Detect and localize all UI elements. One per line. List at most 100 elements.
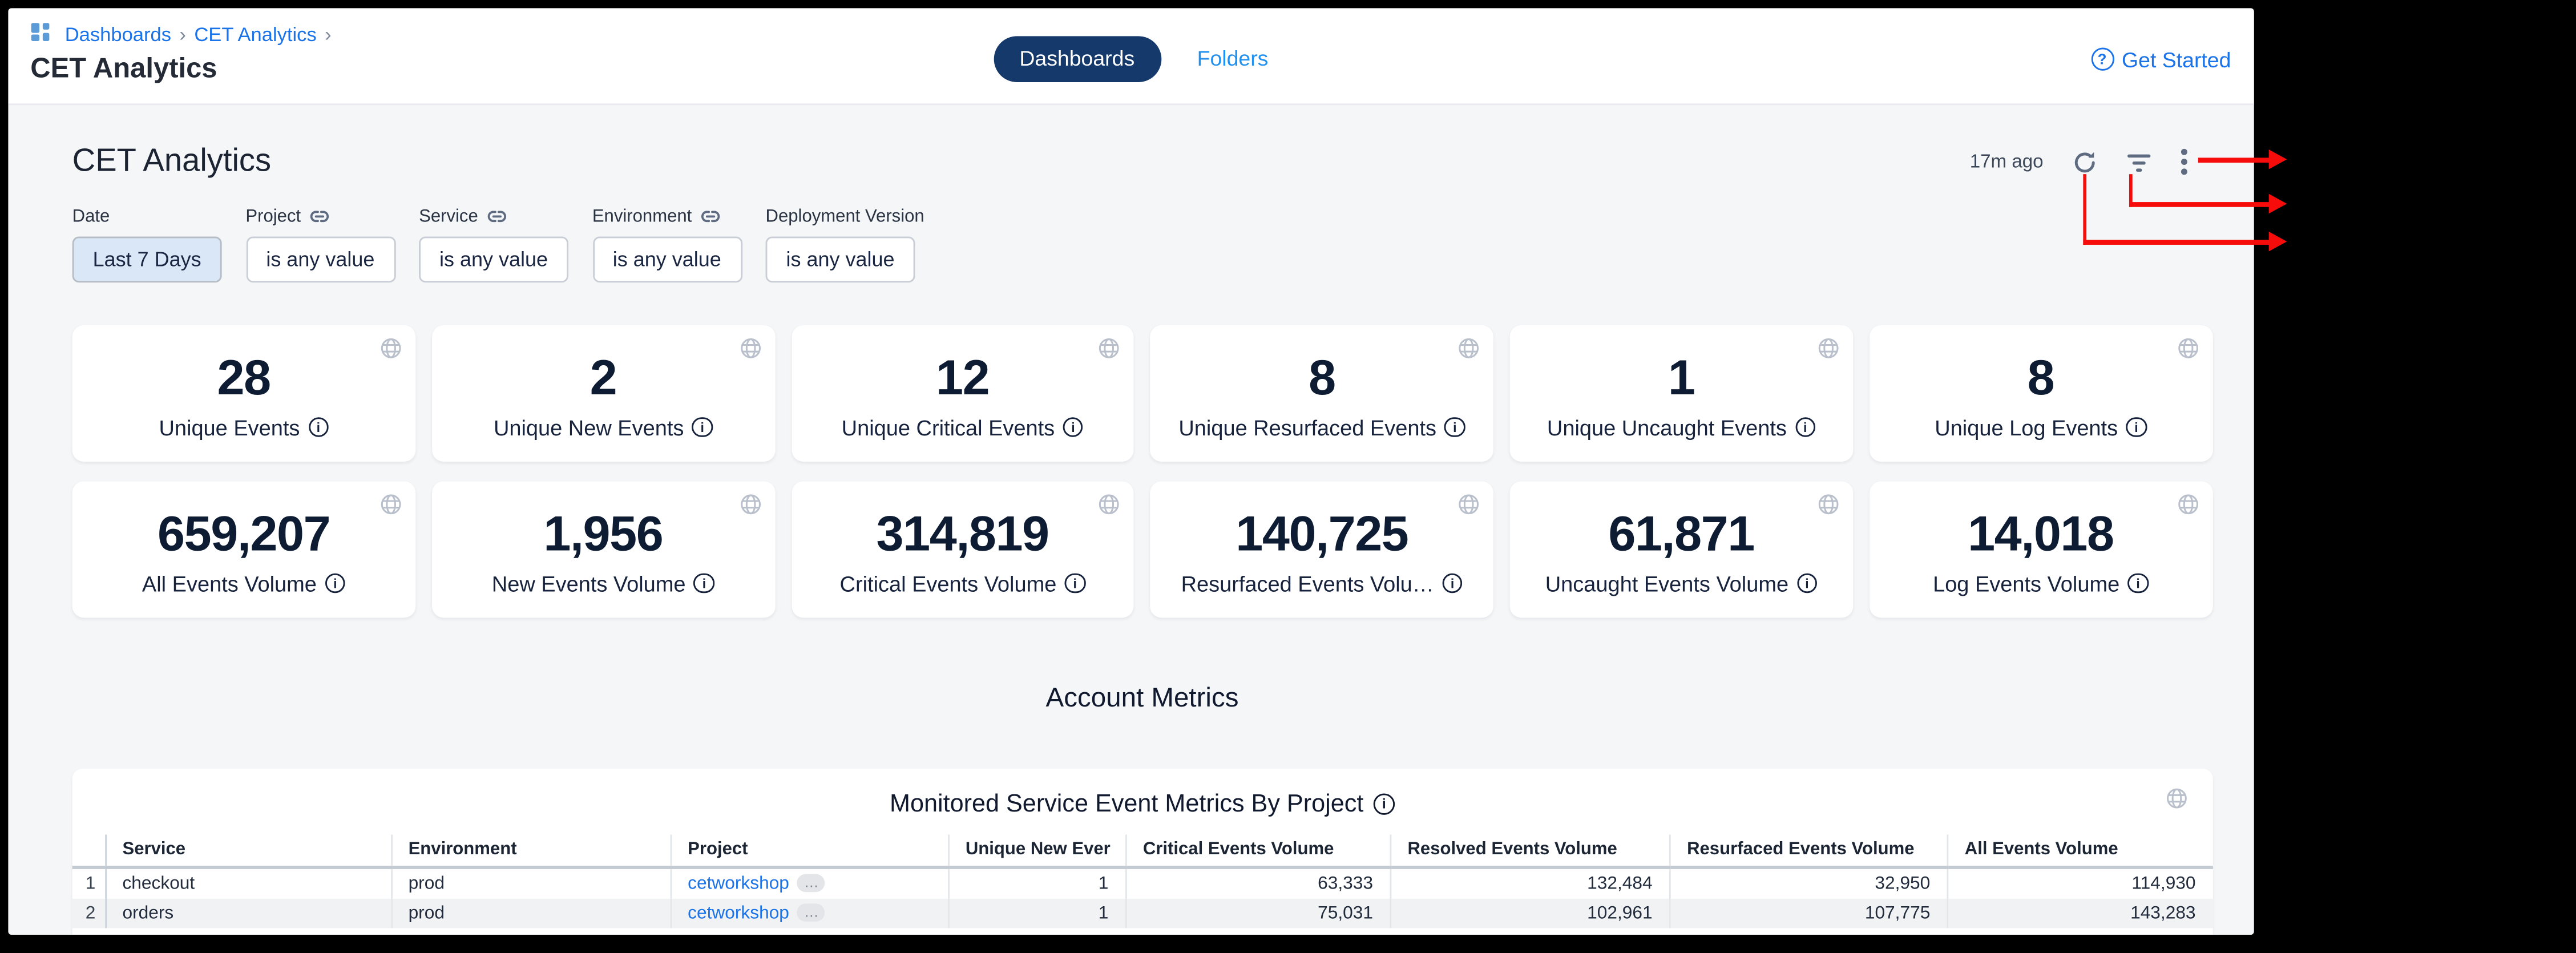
link-icon [700,208,721,224]
deployment-version-filter-button[interactable]: is any value [766,236,915,282]
project-link[interactable]: cetworkshop [688,903,789,923]
cell-project: cetworkshop … [671,867,948,898]
info-icon[interactable] [2128,573,2149,593]
environment-filter-button[interactable]: is any value [592,236,742,282]
info-icon[interactable] [1063,417,1084,438]
cell-environment: prod [391,867,671,898]
link-actions-badge[interactable]: … [797,873,825,891]
info-icon[interactable] [325,573,345,593]
kpi-label-text: Unique New Events [494,415,684,439]
get-started-label: Get Started [2122,47,2231,71]
annotation-arrowhead [2269,194,2287,214]
info-icon[interactable] [308,417,329,438]
info-icon[interactable] [1444,417,1465,438]
kpi-value: 140,725 [1235,508,1408,561]
link-icon [309,208,330,224]
cell-environment: prod [391,898,671,928]
annotation-line [2129,203,2270,207]
kebab-menu-icon[interactable] [2180,148,2188,176]
kpi-label-text: Uncaught Events Volume [1545,571,1788,595]
kpi-value: 1,956 [543,508,663,561]
globe-icon[interactable] [1457,336,1480,359]
globe-icon[interactable] [379,336,402,359]
kpi-label: Uncaught Events Volume [1545,571,1818,595]
get-started-button[interactable]: Get Started [2090,47,2231,71]
info-icon[interactable] [1795,417,1815,438]
globe-icon[interactable] [1816,492,1839,515]
kpi-card-new-events-volume: 1,956 New Events Volume [431,480,774,617]
globe-icon[interactable] [738,336,761,359]
service-filter-button[interactable]: is any value [419,236,568,282]
filter-label-text: Service [419,206,478,226]
info-icon[interactable] [694,573,714,593]
tab-folders[interactable]: Folders [1197,46,1269,71]
info-icon[interactable] [1065,573,1085,593]
column-header-rownum [72,834,106,867]
cell-resolved-events-volume: 102,961 [1390,898,1670,928]
dashboard-actions: 17m ago [1970,148,2188,176]
kpi-card-critical-events-volume: 314,819 Critical Events Volume [791,480,1134,617]
nav-tabs: Dashboards Folders [7,35,2254,82]
kpi-value: 12 [936,353,989,405]
kpi-value: 8 [1309,353,1335,405]
globe-icon[interactable] [2176,492,2199,515]
globe-icon[interactable] [2176,336,2199,359]
row-number: 2 [72,898,106,928]
globe-icon[interactable] [738,492,761,515]
kpi-value: 14,018 [1968,508,2114,561]
link-actions-badge[interactable]: … [797,903,825,922]
cell-unique-new-events: 1 [948,898,1126,928]
globe-icon[interactable] [379,492,402,515]
column-header-all-events-volume[interactable]: All Events Volume [1948,834,2212,867]
dashboard-title: CET Analytics [72,144,2212,177]
app-window: Dashboards › CET Analytics › CET Analyti… [7,7,2254,934]
filter-icon[interactable] [2126,149,2152,175]
kpi-card-log-events-volume: 14,018 Log Events Volume [1869,480,2212,617]
column-header-text: Unique New Ever [966,839,1111,859]
project-link[interactable]: cetworkshop [688,873,789,893]
globe-icon[interactable] [1098,492,1121,515]
info-icon[interactable] [692,417,713,438]
project-filter-button[interactable]: is any value [245,236,395,282]
info-icon[interactable] [2126,417,2146,438]
filter-label-text: Project [245,206,301,226]
column-header-service[interactable]: Service [105,834,391,867]
column-header-resurfaced-events-volume[interactable]: Resurfaced Events Volume [1670,834,1948,867]
kpi-row-1: 28 Unique Events 2 Unique New Events 12 … [72,325,2212,461]
kpi-label: Resurfaced Events Volu… [1181,571,1463,595]
cell-project: cetworkshop … [671,898,948,928]
info-icon[interactable] [1442,573,1463,593]
globe-icon[interactable] [1457,492,1480,515]
kpi-label: Unique Events [159,415,328,439]
annotation-arrowhead [2269,232,2287,252]
kpi-value: 61,871 [1608,508,1754,561]
column-header-environment[interactable]: Environment [391,834,671,867]
last-refreshed-label: 17m ago [1970,152,2044,172]
globe-icon[interactable] [2165,786,2187,809]
column-header-unique-new-events[interactable]: Unique New Ever [948,834,1126,867]
filter-group-date: Date Last 7 Days [72,206,222,281]
kpi-label: All Events Volume [142,571,345,595]
cell-critical-events-volume: 75,031 [1126,898,1391,928]
link-icon [486,208,507,224]
table-title-text: Monitored Service Event Metrics By Proje… [890,789,1363,817]
globe-icon[interactable] [1816,336,1839,359]
column-header-critical-events-volume[interactable]: Critical Events Volume [1126,834,1391,867]
kpi-label-text: Log Events Volume [1933,571,2119,595]
column-header-resolved-events-volume[interactable]: Resolved Events Volume [1390,834,1670,867]
kpi-label-text: Unique Events [159,415,300,439]
kpi-label-text: Unique Critical Events [842,415,1055,439]
row-number: 1 [72,867,106,898]
column-header-project[interactable]: Project [671,834,948,867]
filter-label-service: Service [419,206,568,226]
cell-service: checkout [105,867,391,898]
screenshot-canvas: Dashboards › CET Analytics › CET Analyti… [0,0,2576,953]
topbar: Dashboards › CET Analytics › CET Analyti… [7,7,2254,104]
globe-icon[interactable] [1098,336,1121,359]
tab-dashboards[interactable]: Dashboards [993,35,1161,82]
info-icon[interactable] [1796,573,1817,593]
info-icon[interactable] [1374,793,1395,814]
date-filter-button[interactable]: Last 7 Days [72,236,222,282]
refresh-icon[interactable] [2072,149,2098,175]
filter-label-text: Environment [592,206,692,226]
